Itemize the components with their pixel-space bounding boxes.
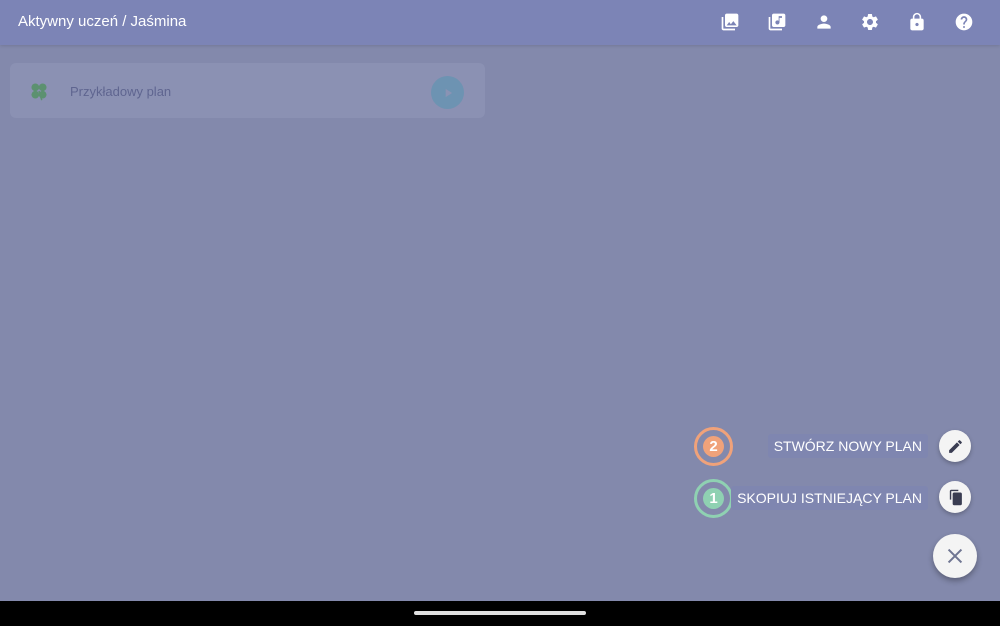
music-library-icon[interactable] <box>765 10 789 34</box>
close-menu-button[interactable] <box>933 534 977 578</box>
close-icon <box>947 548 963 564</box>
help-icon[interactable] <box>952 10 976 34</box>
pencil-icon <box>948 439 962 453</box>
play-icon[interactable] <box>431 76 464 109</box>
step-badge-1: 1 <box>694 479 733 518</box>
system-navigation-bar <box>0 601 1000 626</box>
gallery-icon[interactable] <box>718 10 742 34</box>
copy-existing-plan-button[interactable] <box>939 481 971 513</box>
copy-icon <box>949 489 962 505</box>
create-new-plan-button[interactable] <box>939 430 971 462</box>
clover-icon <box>28 80 50 102</box>
person-icon[interactable] <box>812 10 836 34</box>
copy-existing-plan-label[interactable]: SKOPIUJ ISTNIEJĄCY PLAN <box>731 486 928 510</box>
plan-card[interactable]: Przykładowy plan <box>10 63 485 118</box>
page-title: Aktywny uczeń / Jaśmina <box>18 13 187 30</box>
settings-icon[interactable] <box>858 10 882 34</box>
plan-label: Przykładowy plan <box>70 84 172 99</box>
step-badge-2: 2 <box>694 427 733 466</box>
lock-icon[interactable] <box>905 10 929 34</box>
create-new-plan-label[interactable]: STWÓRZ NOWY PLAN <box>767 434 928 458</box>
home-gesture-handle[interactable] <box>414 611 586 615</box>
top-app-bar: Aktywny uczeń / Jaśmina <box>0 0 1000 45</box>
